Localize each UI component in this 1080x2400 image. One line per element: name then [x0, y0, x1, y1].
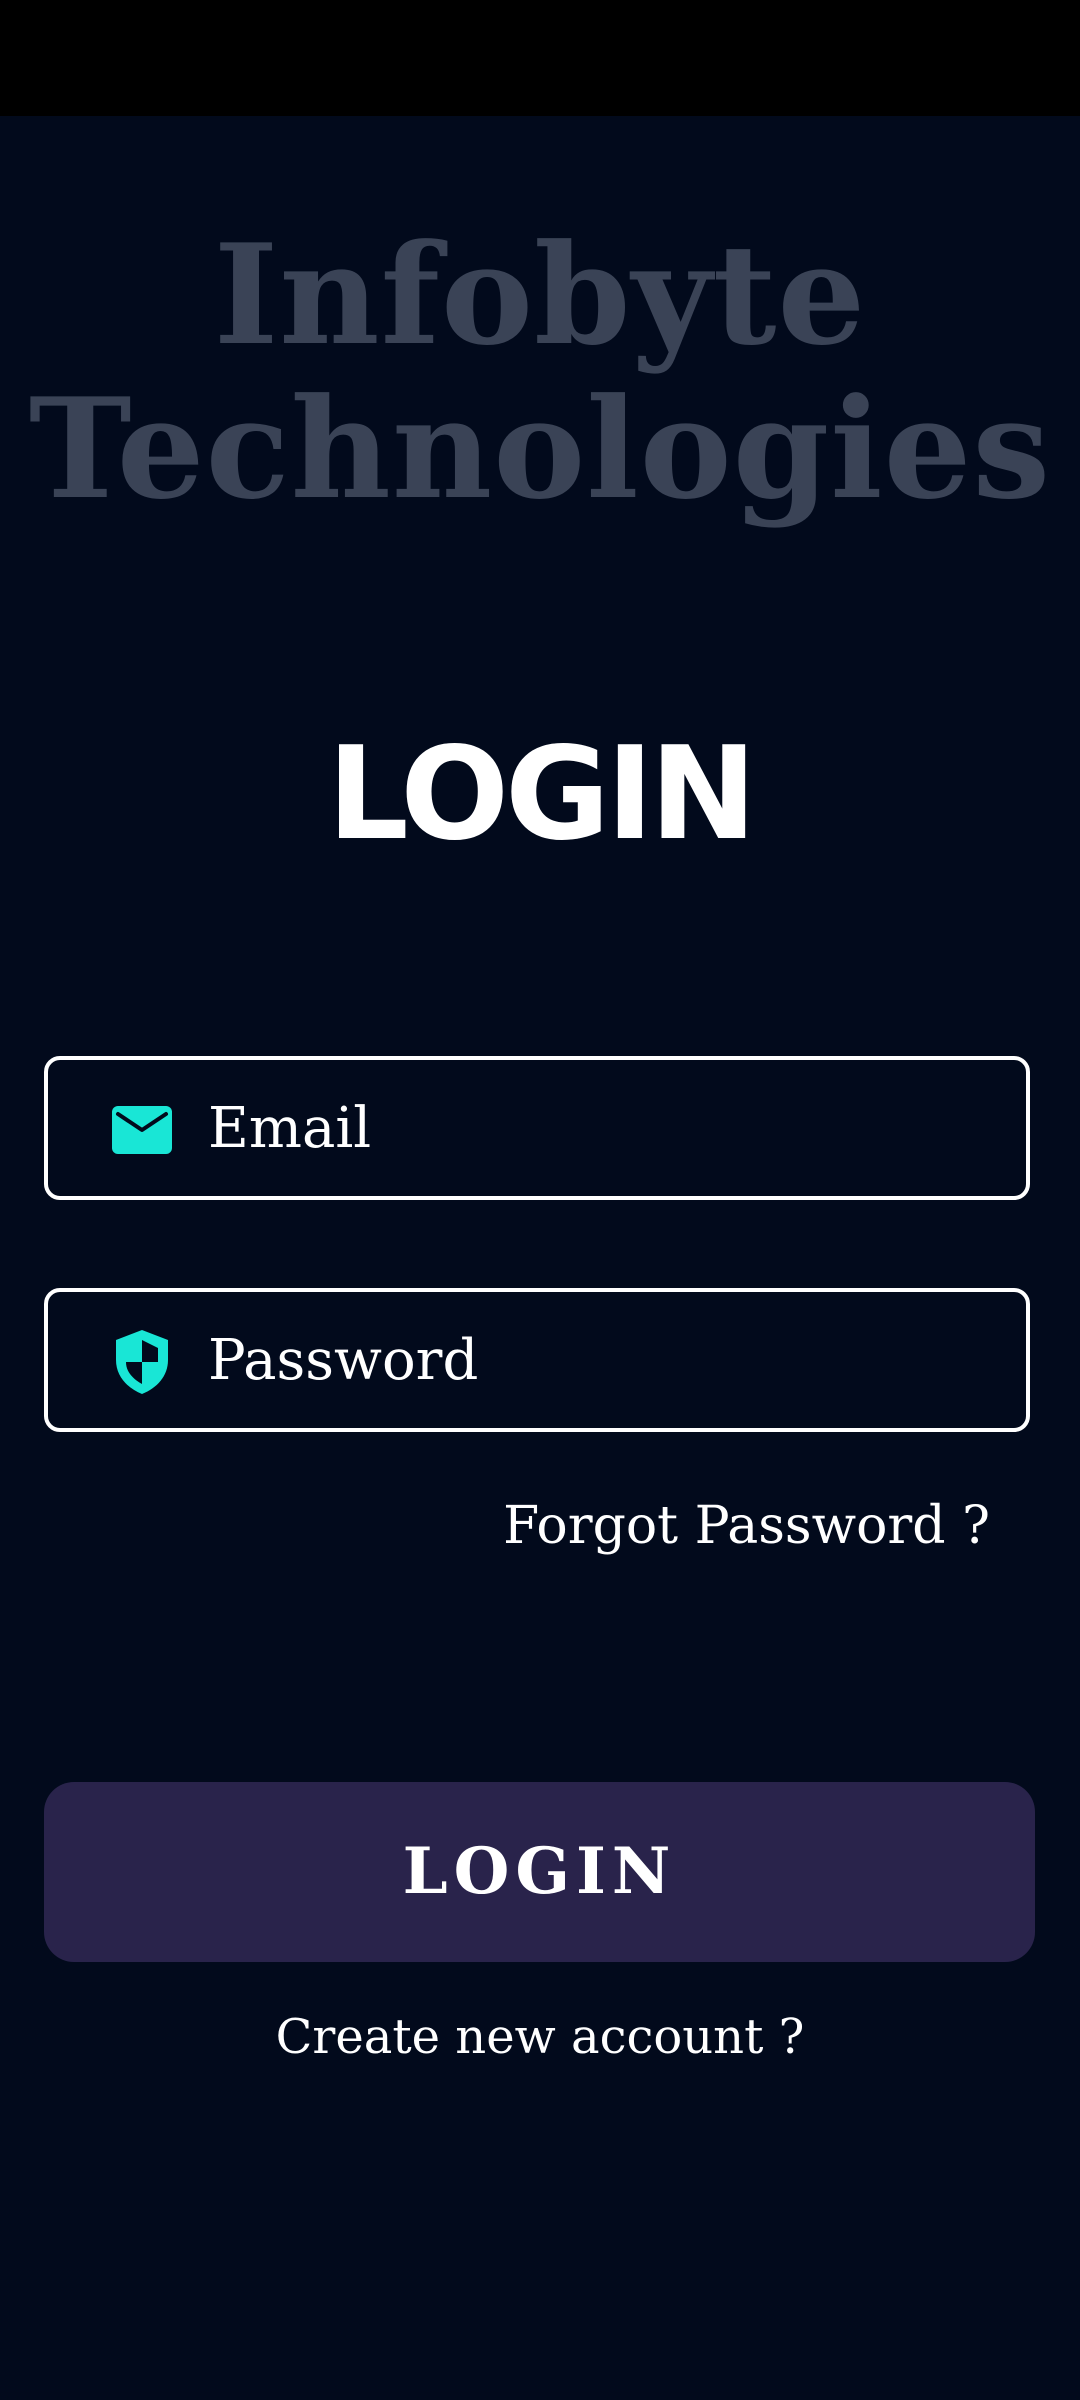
- page-title: LOGIN: [327, 720, 757, 869]
- create-account-row: Create new account ?: [0, 2002, 1080, 2072]
- brand-line-1: Infobyte: [213, 213, 867, 376]
- password-input[interactable]: [208, 1312, 988, 1408]
- brand-line-2: Technologies: [28, 367, 1052, 530]
- email-input[interactable]: [208, 1080, 988, 1176]
- mail-icon: [112, 1106, 172, 1154]
- shield-icon: [116, 1330, 168, 1394]
- password-field[interactable]: [44, 1288, 1030, 1432]
- status-bar: [0, 0, 1080, 116]
- create-account-link[interactable]: Create new account ?: [276, 2009, 805, 2065]
- email-field[interactable]: [44, 1056, 1030, 1200]
- login-button[interactable]: LOGIN: [44, 1782, 1035, 1962]
- brand-title: Infobyte Technologies: [0, 218, 1080, 526]
- forgot-password-link[interactable]: Forgot Password ?: [503, 1490, 990, 1562]
